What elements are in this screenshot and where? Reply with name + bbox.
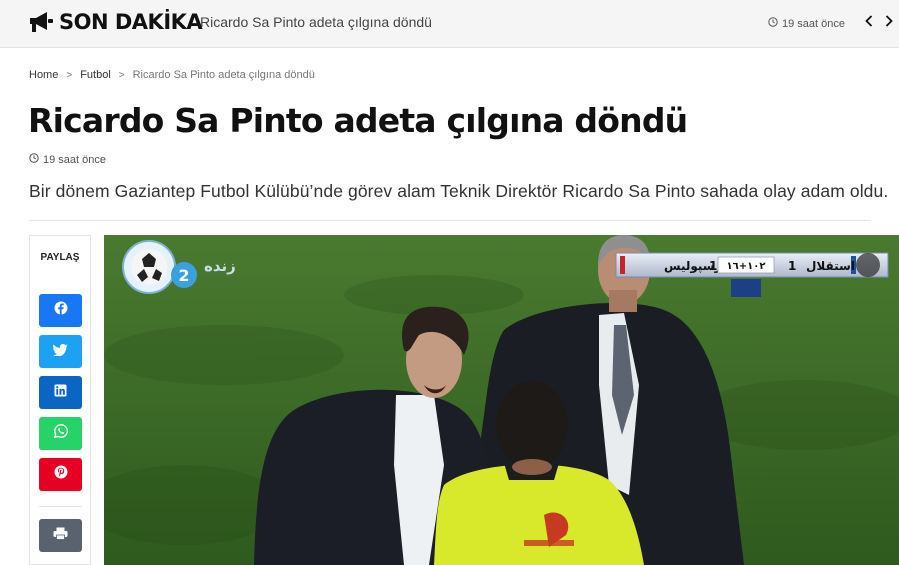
breaking-brand: SON DAKİKA bbox=[28, 10, 203, 34]
featured-image: 2 زنده پرسپولیس 1 ١٠٢+١٦ 1 استقلال bbox=[104, 235, 899, 565]
breaking-time-text: 19 saat önce bbox=[782, 17, 845, 30]
breaking-next-button[interactable] bbox=[879, 12, 899, 34]
score-right: 1 bbox=[788, 259, 796, 273]
twitter-share-button[interactable] bbox=[39, 335, 82, 368]
breaking-news-bar: SON DAKİKA Ricardo Sa Pinto adeta çılgın… bbox=[0, 0, 899, 48]
chevron-right-icon: > bbox=[66, 69, 73, 81]
article-summary: Bir dönem Gaziantep Futbol Külübü’nde gö… bbox=[29, 181, 889, 201]
breadcrumb-home-link[interactable]: Home bbox=[29, 69, 58, 81]
whatsapp-share-button[interactable] bbox=[39, 417, 82, 450]
score-team-right: استقلال bbox=[806, 259, 855, 273]
chevron-right-icon bbox=[885, 14, 893, 32]
share-label: PAYLAŞ bbox=[40, 252, 80, 263]
clock-icon bbox=[29, 153, 39, 166]
clock-icon bbox=[768, 17, 778, 30]
breaking-headline-link[interactable]: Ricardo Sa Pinto adeta çılgına döndü bbox=[200, 14, 432, 30]
twitter-icon bbox=[52, 343, 68, 361]
post-time-text: 19 saat önce bbox=[43, 153, 106, 166]
pinterest-share-button[interactable] bbox=[39, 458, 82, 491]
channel-number: 2 bbox=[178, 266, 189, 285]
whatsapp-icon bbox=[53, 424, 68, 443]
facebook-share-button[interactable] bbox=[39, 294, 82, 327]
divider bbox=[29, 220, 871, 221]
page-title: Ricardo Sa Pinto adeta çılgına döndü bbox=[28, 101, 688, 140]
score-left: 1 bbox=[709, 259, 717, 273]
print-button[interactable] bbox=[39, 519, 82, 552]
breaking-time: 19 saat önce bbox=[768, 17, 845, 30]
facebook-icon bbox=[54, 301, 68, 320]
print-icon bbox=[53, 527, 68, 545]
pinterest-icon bbox=[54, 465, 68, 484]
chevron-right-icon: > bbox=[118, 69, 125, 81]
channel-logo-text: زنده bbox=[204, 257, 236, 275]
breaking-label: SON DAKİKA bbox=[59, 10, 203, 34]
post-time: 19 saat önce bbox=[29, 153, 106, 166]
breaking-prev-button[interactable] bbox=[859, 12, 879, 34]
breadcrumb-category-link[interactable]: Futbol bbox=[80, 69, 111, 81]
breadcrumb-current: Ricardo Sa Pinto adeta çılgına döndü bbox=[132, 69, 315, 81]
linkedin-share-button[interactable] bbox=[39, 376, 82, 409]
share-sidebar: PAYLAŞ bbox=[29, 235, 91, 565]
linkedin-icon bbox=[54, 384, 67, 402]
share-divider bbox=[39, 506, 82, 507]
match-clock: ١٠٢+١٦ bbox=[727, 261, 766, 272]
chevron-left-icon bbox=[865, 14, 873, 32]
breadcrumb: Home > Futbol > Ricardo Sa Pinto adeta ç… bbox=[29, 69, 315, 81]
megaphone-icon bbox=[28, 10, 54, 34]
